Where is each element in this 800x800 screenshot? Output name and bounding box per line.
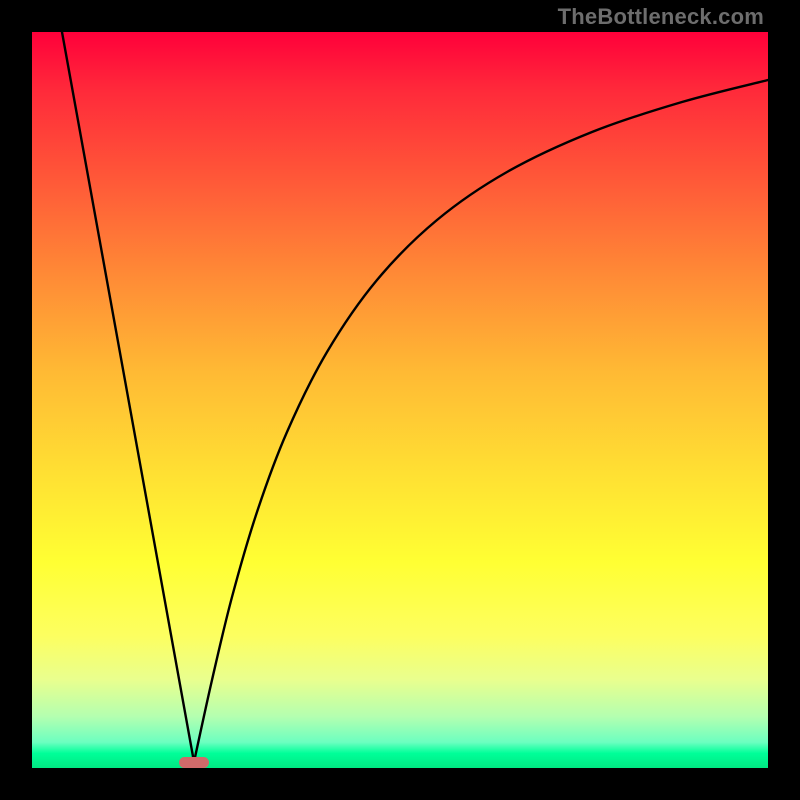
- chart-svg: [32, 32, 768, 768]
- bottleneck-curve: [62, 32, 768, 762]
- watermark-text: TheBottleneck.com: [558, 4, 764, 30]
- optimal-point-marker: [179, 757, 209, 768]
